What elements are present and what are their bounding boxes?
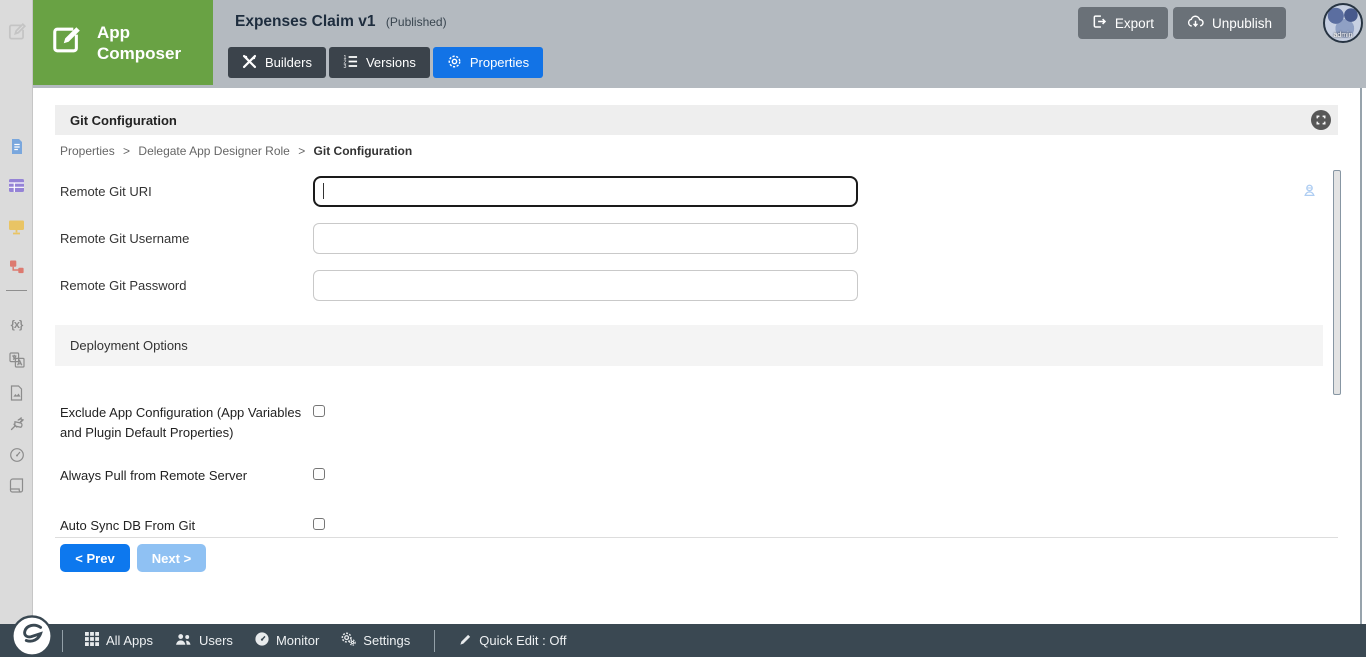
users-icon [175, 633, 192, 649]
check-row-auto-sync-db: Auto Sync DB From Git [60, 516, 325, 536]
remote-git-uri-input[interactable] [313, 176, 858, 207]
tab-label: Versions [365, 55, 416, 70]
wizard-buttons: < Prev Next > [60, 544, 206, 572]
joget-logo[interactable] [11, 615, 53, 657]
user-avatar[interactable]: admin [1323, 3, 1363, 43]
remote-git-uri-label: Remote Git URI [60, 184, 152, 199]
footer-bar: All Apps Users Monitor Settings Quick Ed… [0, 615, 1366, 657]
remote-git-username-label: Remote Git Username [60, 231, 190, 246]
breadcrumb-properties: Properties [60, 144, 115, 158]
field-row-remote-git-uri: Remote Git URI [60, 176, 858, 207]
auto-sync-db-label: Auto Sync DB From Git [60, 518, 196, 533]
numbered-list-icon: 123 [343, 54, 358, 72]
header-actions: Export Unpublish [1077, 7, 1286, 39]
gear-icon [447, 54, 462, 72]
form-bottom-divider [55, 537, 1338, 538]
field-row-remote-git-username: Remote Git Username [60, 223, 858, 254]
footer-settings[interactable]: Settings [341, 632, 410, 649]
user-hint-icon[interactable] [1302, 183, 1317, 203]
tab-builders[interactable]: Builders [228, 47, 326, 78]
auto-sync-db-checkbox[interactable] [313, 518, 325, 530]
app-status: (Published) [385, 15, 447, 29]
avatar-username: admin [1333, 32, 1353, 39]
top-header: App Composer Expenses Claim v1 (Published… [33, 0, 1366, 88]
exclude-app-config-checkbox[interactable] [313, 405, 325, 417]
form-builder-icon[interactable] [0, 138, 33, 155]
export-label: Export [1114, 15, 1154, 31]
custom-script-icon[interactable] [0, 478, 33, 494]
footer-label: All Apps [106, 633, 153, 648]
left-toolbar: {x} [0, 0, 33, 624]
app-variables-icon[interactable]: {x} [0, 319, 33, 331]
plugin-icon[interactable] [0, 416, 33, 432]
panel-right-edge [1360, 88, 1362, 624]
process-builder-icon[interactable] [0, 259, 33, 275]
footer-divider [434, 629, 436, 652]
footer-all-apps[interactable]: All Apps [85, 632, 153, 649]
fullscreen-toggle-icon[interactable] [1311, 110, 1331, 130]
cloud-download-icon [1187, 14, 1204, 32]
check-row-always-pull: Always Pull from Remote Server [60, 466, 325, 486]
footer-divider [62, 629, 63, 652]
unpublish-button[interactable]: Unpublish [1172, 7, 1286, 39]
field-row-remote-git-password: Remote Git Password [60, 270, 858, 301]
remote-git-username-input[interactable] [313, 223, 858, 254]
properties-wizard-panel: Git Configuration Properties > Delegate … [33, 88, 1366, 624]
text-cursor [323, 183, 324, 199]
always-pull-label: Always Pull from Remote Server [60, 468, 248, 483]
grid-icon [85, 632, 99, 649]
remote-git-password-input[interactable] [313, 270, 858, 301]
footer-monitor[interactable]: Monitor [255, 632, 319, 649]
performance-icon[interactable] [0, 447, 33, 463]
svg-text:3: 3 [343, 64, 346, 69]
tab-properties[interactable]: Properties [432, 47, 544, 78]
breadcrumb-separator: > [298, 144, 306, 158]
section-title: Git Configuration [70, 112, 177, 128]
app-title-row: Expenses Claim v1 (Published) [235, 13, 447, 31]
export-icon [1092, 14, 1107, 32]
next-button[interactable]: Next > [137, 544, 206, 572]
exclude-app-config-label: Exclude App Configuration (App Variables… [60, 405, 302, 440]
edit-ghost-icon [0, 21, 33, 43]
check-row-exclude-app-config: Exclude App Configuration (App Variables… [60, 403, 325, 443]
footer-label: Users [198, 633, 233, 648]
tab-versions[interactable]: 123 Versions [328, 47, 430, 78]
footer-quick-edit[interactable]: Quick Edit : Off [459, 633, 566, 649]
logo-text: App Composer [97, 22, 182, 63]
crossed-tools-icon [242, 54, 257, 72]
prev-button[interactable]: < Prev [60, 544, 130, 572]
breadcrumb-delegate-role: Delegate App Designer Role [138, 144, 290, 158]
tab-label: Properties [469, 55, 530, 70]
unpublish-label: Unpublish [1211, 15, 1272, 31]
footer-label: Settings [363, 633, 411, 648]
localization-icon[interactable] [0, 352, 33, 368]
deployment-options-header: Deployment Options [55, 325, 1323, 366]
section-header: Git Configuration [55, 105, 1338, 135]
breadcrumb-current: Git Configuration [313, 144, 413, 158]
edit-square-icon [49, 22, 85, 63]
datalist-builder-icon[interactable] [0, 178, 33, 193]
breadcrumb: Properties > Delegate App Designer Role … [60, 144, 412, 158]
app-composer-logo[interactable]: App Composer [33, 0, 213, 85]
resources-icon[interactable] [0, 385, 33, 401]
export-button[interactable]: Export [1077, 7, 1168, 39]
builder-tabs: Builders 123 Versions Properties [228, 47, 544, 78]
app-title: Expenses Claim v1 [235, 13, 376, 30]
always-pull-checkbox[interactable] [313, 468, 325, 480]
footer-label: Quick Edit : Off [479, 633, 567, 648]
pen-icon [459, 633, 472, 649]
deployment-options-title: Deployment Options [70, 338, 188, 353]
userview-builder-icon[interactable] [0, 219, 33, 235]
toolbar-divider [6, 290, 27, 291]
remote-git-password-label: Remote Git Password [60, 278, 187, 293]
tab-label: Builders [265, 55, 312, 70]
gears-icon [341, 632, 357, 649]
footer-label: Monitor [275, 633, 320, 648]
breadcrumb-separator: > [123, 144, 131, 158]
vertical-scrollbar-thumb[interactable] [1333, 170, 1341, 395]
app-composer-window: {x} App Composer Expenses Claim v1 (Publ… [0, 0, 1366, 657]
gauge-icon [255, 632, 269, 649]
footer-users[interactable]: Users [175, 633, 233, 649]
